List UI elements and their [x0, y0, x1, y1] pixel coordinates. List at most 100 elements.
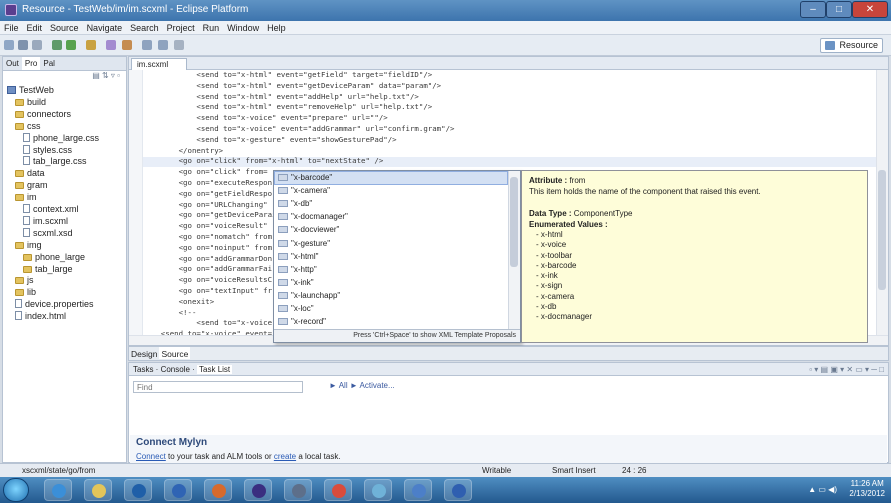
proposal-scrollbar[interactable]	[508, 171, 520, 329]
tree-item[interactable]: data	[15, 168, 45, 178]
proposal-item[interactable]: "x-launchapp"	[278, 289, 340, 303]
code-line[interactable]: <go on="click" from=	[143, 167, 268, 177]
code-line[interactable]: </onentry>	[143, 146, 224, 156]
code-line[interactable]: <go on="addGrammarFai	[143, 264, 272, 274]
tree-item[interactable]: build	[15, 97, 46, 107]
code-line[interactable]: <send to="x-voice" event="prepare" url="…	[143, 113, 387, 123]
tree-item[interactable]: phone_large	[23, 252, 85, 262]
proposal-item[interactable]: "x-http"	[278, 263, 317, 277]
tab-design[interactable]: Design	[129, 347, 159, 359]
tree-item[interactable]: device.properties	[15, 299, 94, 309]
tree-item[interactable]: tab_large	[23, 264, 73, 274]
menu-project[interactable]: Project	[163, 21, 199, 33]
code-line[interactable]: <send to="x-gesture" event="showGestureP…	[143, 135, 396, 145]
proposal-item[interactable]: "x-camera"	[278, 184, 330, 198]
taskbar-chrome[interactable]	[324, 479, 352, 501]
editor-vertical-scrollbar[interactable]	[876, 70, 888, 335]
debug-icon[interactable]	[52, 40, 62, 50]
tree-item[interactable]: context.xml	[23, 204, 79, 214]
code-line[interactable]: <go on="addGrammarDon	[143, 254, 272, 264]
tree-item[interactable]: TestWeb	[7, 85, 54, 95]
tree-item[interactable]: img	[15, 240, 42, 250]
proposal-item[interactable]: "x-barcode"	[278, 171, 332, 185]
code-line[interactable]: <go on="getFieldRespo	[143, 189, 272, 199]
tree-item[interactable]: lib	[15, 287, 36, 297]
connect-link[interactable]: Connect	[136, 452, 166, 461]
navigate-forward-icon[interactable]	[158, 40, 168, 50]
proposal-item[interactable]: "x-db"	[278, 197, 312, 211]
proposal-item[interactable]: "x-docviewer"	[278, 223, 339, 237]
system-tray[interactable]: ▲ ▭ ◀)	[808, 485, 837, 494]
tree-item[interactable]: scxml.xsd	[23, 227, 73, 238]
content-assist-popup[interactable]: "x-barcode" "x-camera" "x-db" "x-docmanager…	[273, 170, 521, 343]
taskbar-outlook[interactable]	[124, 479, 152, 501]
tree-item[interactable]: phone_large.css	[23, 132, 99, 143]
taskbar-ue[interactable]	[164, 479, 192, 501]
code-line[interactable]: <go on="executeRespon	[143, 178, 272, 188]
code-line[interactable]: <go on="click" from="x-html" to="nextSta…	[143, 156, 384, 166]
menu-source[interactable]: Source	[46, 21, 83, 33]
tab-task-list[interactable]: Task List	[197, 365, 233, 374]
tab-outline[interactable]: Out	[3, 57, 22, 70]
taskbar-firefox[interactable]	[204, 479, 232, 501]
run-icon[interactable]	[66, 40, 76, 50]
tree-item[interactable]: css	[15, 121, 41, 131]
code-line[interactable]: <send to="x-html" event="getField" targe…	[143, 70, 432, 80]
proposal-item[interactable]: "x-docmanager"	[278, 210, 348, 224]
last-edit-icon[interactable]	[174, 40, 184, 50]
proposal-item[interactable]: "x-gesture"	[278, 237, 330, 251]
tab-source[interactable]: Source	[159, 347, 191, 359]
taskbar-explorer[interactable]	[84, 479, 112, 501]
code-line[interactable]: <onexit>	[143, 297, 215, 307]
code-line[interactable]: <send to="x-html" event="removeHelp" url…	[143, 102, 432, 112]
tree-item[interactable]: gram	[15, 180, 48, 190]
proposal-item[interactable]: "x-html"	[278, 250, 318, 264]
code-line[interactable]: <send to="x-html" event="getDeviceParam"…	[143, 81, 441, 91]
taskbar-paint[interactable]	[364, 479, 392, 501]
filter-activate[interactable]: ► Activate...	[350, 381, 395, 390]
tree-item[interactable]: tab_large.css	[23, 156, 87, 166]
taskbar-windows[interactable]	[444, 479, 472, 501]
menu-window[interactable]: Window	[223, 21, 263, 33]
code-line[interactable]: <go on="noinput" from	[143, 243, 272, 253]
tab-tasks[interactable]: Tasks	[133, 365, 153, 374]
save-icon[interactable]	[18, 40, 28, 50]
taskbar-ie[interactable]	[44, 479, 72, 501]
code-line[interactable]: <send to="x-html" event="addHelp" url="h…	[143, 92, 418, 102]
minimize-button[interactable]: –	[800, 1, 826, 18]
code-line[interactable]: <go on="voiceResult"	[143, 221, 268, 231]
code-line[interactable]: <send to="x-voice" event="addGrammar" ur…	[143, 124, 454, 134]
menu-run[interactable]: Run	[199, 21, 224, 33]
tree-item[interactable]: index.html	[15, 311, 66, 321]
search-icon[interactable]	[86, 40, 96, 50]
tab-im-scxml[interactable]: im.scxml	[131, 58, 188, 70]
tab-project-explorer[interactable]: Pro	[21, 57, 41, 70]
find-input[interactable]	[133, 381, 303, 393]
navigate-back-icon[interactable]	[142, 40, 152, 50]
filter-all[interactable]: ► All	[329, 381, 348, 390]
tab-console[interactable]: Console	[161, 365, 190, 374]
print-icon[interactable]	[32, 40, 42, 50]
tree-item[interactable]: js	[15, 275, 34, 285]
code-line[interactable]: <go on="URLChanging"	[143, 200, 268, 210]
menu-navigate[interactable]: Navigate	[83, 21, 127, 33]
code-line[interactable]: <go on="nomatch" from	[143, 232, 272, 242]
code-line[interactable]: <go on="textInput" fr	[143, 286, 272, 296]
taskbar-eclipse[interactable]	[244, 479, 272, 501]
tree-item[interactable]: im.scxml	[23, 215, 68, 226]
proposal-item[interactable]: "x-record"	[278, 315, 326, 329]
new-icon[interactable]	[4, 40, 14, 50]
start-button[interactable]	[3, 478, 29, 502]
create-link[interactable]: create	[274, 452, 296, 461]
proposal-item[interactable]: "x-ink"	[278, 276, 314, 290]
tab-palette[interactable]: Pal	[40, 57, 58, 70]
task-list-toolbar[interactable]: ▫ ▾ ▤ ▣ ▾ ✕ ▭ ▾ ─ □	[809, 365, 884, 374]
explorer-tools[interactable]: ▤ ⇅ ▿ ▫	[3, 71, 126, 82]
menu-file[interactable]: File	[0, 21, 23, 33]
taskbar-media[interactable]	[404, 479, 432, 501]
annotation-icon[interactable]	[106, 40, 116, 50]
scroll-thumb[interactable]	[510, 177, 518, 267]
menu-edit[interactable]: Edit	[23, 21, 47, 33]
close-button[interactable]: ✕	[852, 1, 888, 18]
menu-help[interactable]: Help	[263, 21, 290, 33]
